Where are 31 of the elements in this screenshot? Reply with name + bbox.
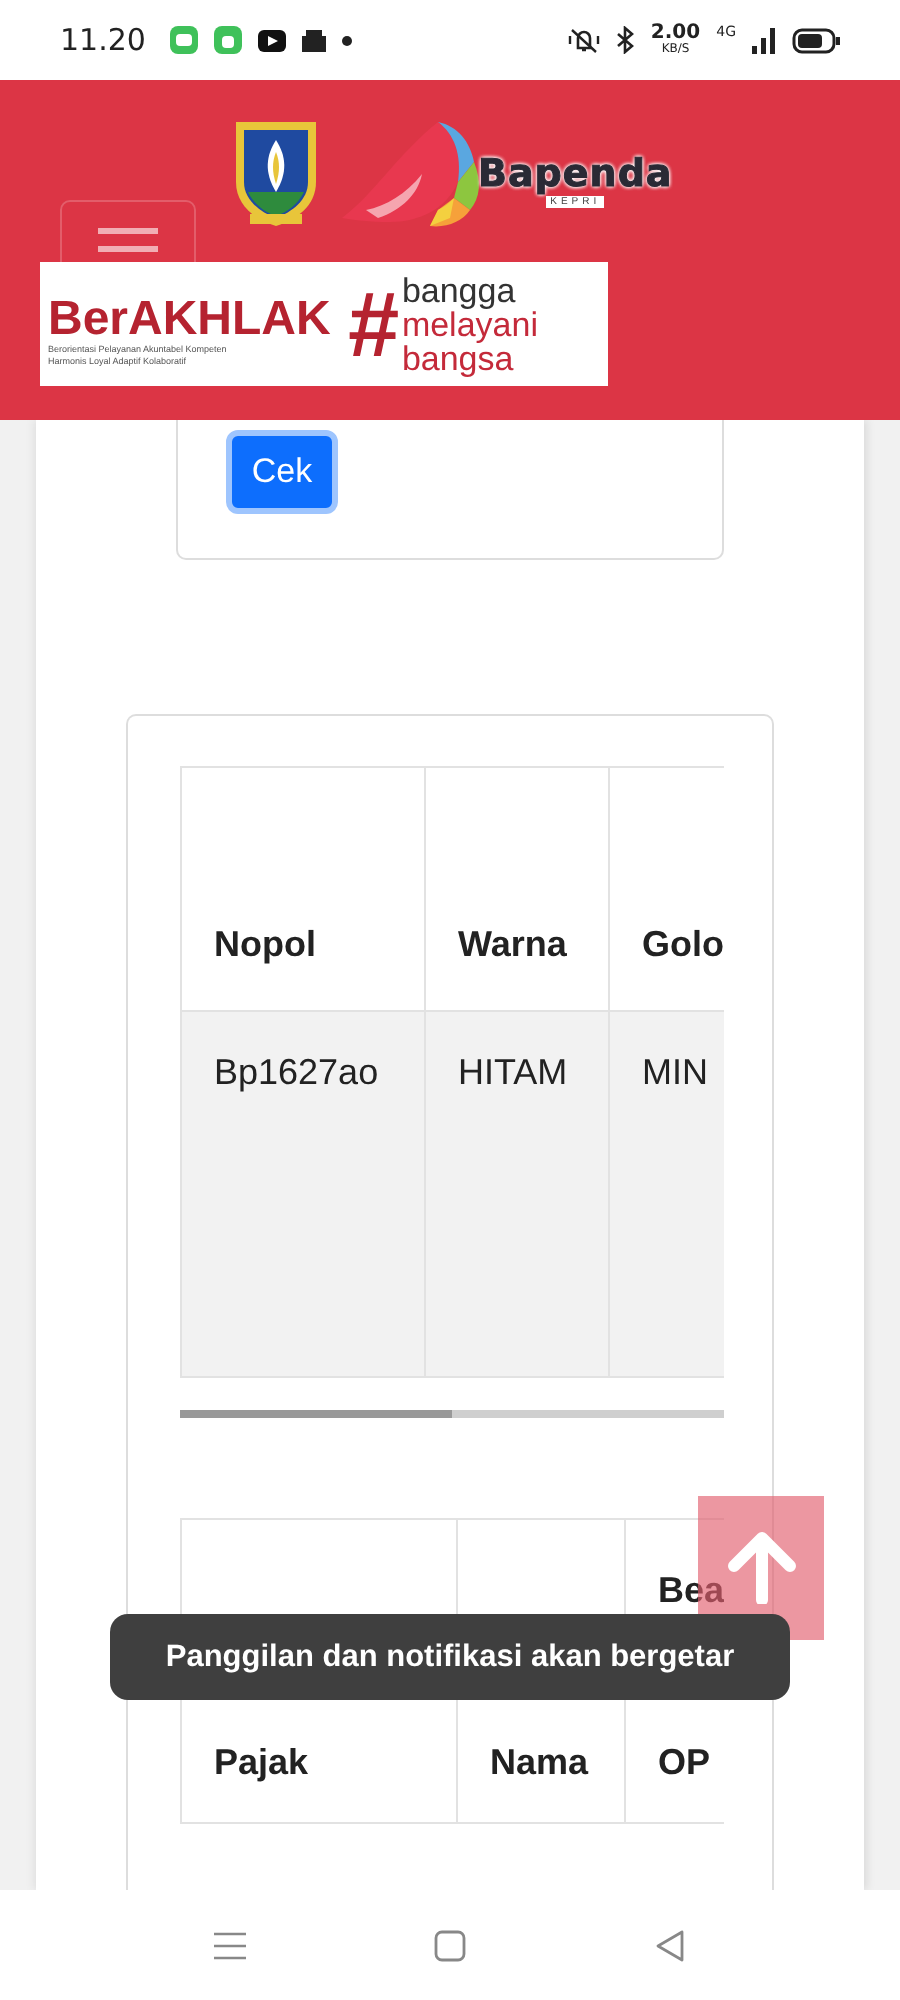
- slogan-word: bangga: [401, 273, 518, 307]
- column-header: OP: [658, 1740, 711, 1786]
- chat-app-icon: [169, 26, 198, 54]
- bluetooth-icon: [616, 26, 635, 54]
- slogan-word: melayani: [401, 307, 538, 341]
- hash-sign: #: [346, 278, 398, 370]
- clock: 11.20: [60, 22, 146, 58]
- battery-icon: [792, 27, 840, 53]
- table-cell: HITAM: [425, 1011, 609, 1377]
- logo-text: Bapenda: [478, 152, 673, 196]
- app-icon: [213, 26, 242, 54]
- menu-icon[interactable]: [214, 1931, 246, 1959]
- video-app-icon: [257, 29, 286, 51]
- slogan-word: bangsa: [401, 341, 514, 375]
- vibrate-off-icon: [568, 26, 601, 54]
- data-rate: 2.00: [650, 24, 701, 44]
- back-icon[interactable]: [654, 1929, 686, 1961]
- table-cell: Bp1627ao: [181, 1011, 425, 1377]
- column-header: Nopol: [181, 767, 425, 1011]
- banner-title: BerAKHLAK: [48, 295, 331, 344]
- column-header: Nama: [490, 1740, 589, 1786]
- arrow-up-icon: [727, 1532, 795, 1604]
- check-button[interactable]: Cek: [226, 430, 338, 514]
- home-icon[interactable]: [434, 1929, 466, 1961]
- column-header: Pajak: [214, 1740, 309, 1786]
- menu-icon: [98, 228, 158, 252]
- coat-of-arms-icon: [230, 116, 322, 228]
- signal-icon: [752, 27, 776, 53]
- toast-message: Panggilan dan notifikasi akan bergetar: [110, 1614, 790, 1700]
- table-cell: MIN: [609, 1011, 724, 1377]
- dot-icon: [341, 35, 352, 45]
